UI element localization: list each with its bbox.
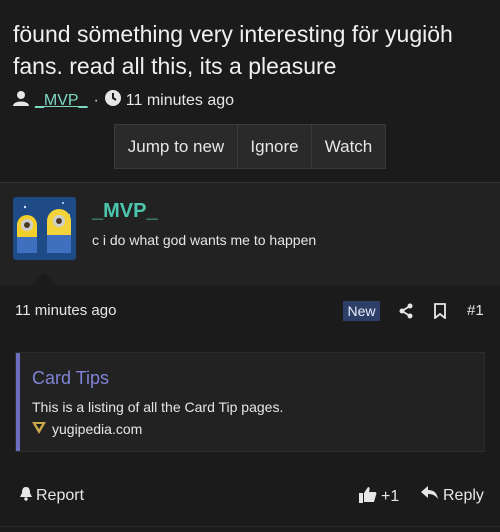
card-accent-bar <box>16 353 20 451</box>
reply-button[interactable]: Reply <box>421 486 484 505</box>
report-label: Report <box>36 487 85 504</box>
like-count: +1 <box>381 488 400 505</box>
new-badge: New <box>343 301 380 321</box>
thread-meta: _MVP_ · 11 minutes ago <box>13 90 234 111</box>
reply-label: Reply <box>443 486 484 504</box>
watch-button[interactable]: Watch <box>311 124 386 169</box>
thread-author-link[interactable]: _MVP_ <box>35 92 87 110</box>
report-button[interactable]: Report <box>19 486 84 506</box>
share-icon[interactable] <box>397 302 415 320</box>
card-title[interactable]: Card Tips <box>32 367 109 389</box>
jump-to-new-button[interactable]: Jump to new <box>114 124 238 169</box>
post-author-name[interactable]: _MVP_ <box>92 200 158 223</box>
meta-separator: · <box>93 91 99 109</box>
bottom-divider <box>0 526 500 527</box>
thread-title: föund sömething very interesting för yug… <box>13 21 453 79</box>
reply-icon <box>421 486 438 505</box>
post-signature: c i do what god wants me to happen <box>92 232 317 248</box>
bell-icon <box>19 486 33 506</box>
clock-icon <box>104 90 121 111</box>
post-time[interactable]: 11 minutes ago <box>15 302 116 319</box>
thread-time[interactable]: 11 minutes ago <box>126 92 234 110</box>
ignore-button[interactable]: Ignore <box>237 124 312 169</box>
thread-actions: Jump to new Ignore Watch <box>114 124 386 169</box>
message-caret <box>32 273 56 285</box>
user-icon <box>13 90 29 111</box>
thumbs-up-icon <box>359 486 377 508</box>
avatar[interactable] <box>13 197 76 260</box>
like-button[interactable]: +1 <box>359 486 399 508</box>
card-domain: yugipedia.com <box>32 421 142 437</box>
card-domain-text: yugipedia.com <box>52 421 143 437</box>
card-description: This is a listing of all the Card Tip pa… <box>32 399 284 415</box>
link-preview-card[interactable]: Card Tips This is a listing of all the C… <box>15 352 485 452</box>
post-number[interactable]: #1 <box>467 302 484 319</box>
bookmark-icon[interactable] <box>431 302 449 320</box>
yugipedia-favicon-icon <box>32 421 46 437</box>
